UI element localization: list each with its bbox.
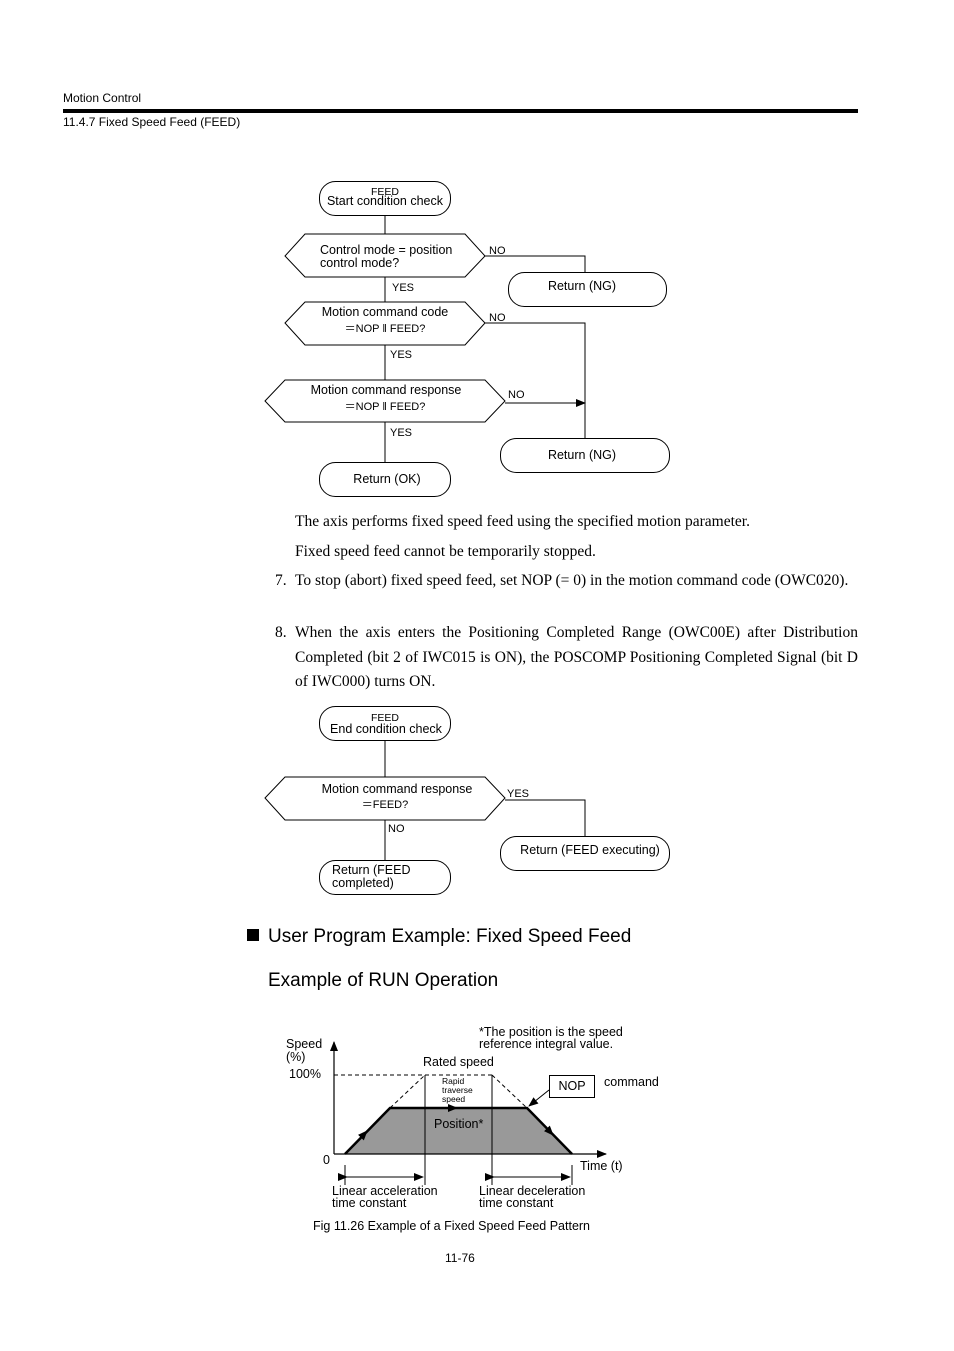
tick-100: 100% [289,1067,321,1081]
decision-label: Control mode = position [320,243,452,257]
decision-label: ＝NOP ‖ FEED? [345,323,426,335]
decision-label: control mode? [320,256,399,270]
yes-label: YES [390,427,412,439]
speed-pattern-figure: Speed (%) 100% 0 Time (t) *The position … [286,1025,659,1233]
rapid-label: speed [442,1094,465,1104]
x-axis-label: Time (t) [580,1159,623,1173]
section-heading: User Program Example: Fixed Speed Feed [268,926,632,947]
no-label: NO [489,245,506,257]
return-label: completed) [332,876,394,890]
note: reference integral value. [479,1037,613,1051]
deceleration-label: time constant [479,1196,554,1210]
command-label: command [604,1075,659,1089]
paragraph: The axis performs fixed speed feed using… [295,513,750,530]
nop-label: NOP [558,1079,585,1093]
subsection-heading: Example of RUN Operation [268,970,499,991]
tick-0: 0 [323,1153,330,1167]
document-page: Motion Control 11.4.7 Fixed Speed Feed (… [0,0,954,1351]
start-label: Start condition check [327,194,444,208]
yes-label: YES [507,788,529,800]
figure-caption: Fig 11.26 Example of a Fixed Speed Feed … [313,1219,590,1233]
rated-speed-label: Rated speed [423,1055,494,1069]
no-label: NO [489,312,506,324]
rated-speed-dashes [334,1074,528,1109]
list-item: When the axis enters the Positioning Com… [295,624,858,690]
return-label: Return (OK) [353,472,420,486]
no-label: NO [388,823,405,835]
return-label: Return (NG) [548,279,616,293]
position-area [345,1108,572,1154]
return-label: Return (NG) [548,448,616,462]
decision-label: Motion command code [322,305,449,319]
page-number: 11-76 [445,1251,475,1265]
bullet-square-icon [247,929,259,941]
acceleration-label: time constant [332,1196,407,1210]
y-axis-label: Speed [286,1037,322,1051]
decision-label: Motion command response [322,782,473,796]
yes-label: YES [392,282,414,294]
list-item: To stop (abort) fixed speed feed, set NO… [295,572,849,589]
decision-label: Motion command response [311,383,462,397]
list-number: 7. [275,572,287,589]
start-label: End condition check [330,722,443,736]
y-axis-unit: (%) [286,1050,305,1064]
decision-label: ＝FEED? [362,799,408,811]
list-number: 8. [275,624,287,641]
no-label: NO [508,389,525,401]
yes-label: YES [390,349,412,361]
return-label: Return (FEED executing) [520,843,660,857]
return-label: Return (FEED [332,863,411,877]
paragraph: Fixed speed feed cannot be temporarily s… [295,543,596,560]
position-label: Position* [434,1117,483,1131]
flowchart-end [264,706,670,895]
decision-label: ＝NOP ‖ FEED? [345,401,426,413]
